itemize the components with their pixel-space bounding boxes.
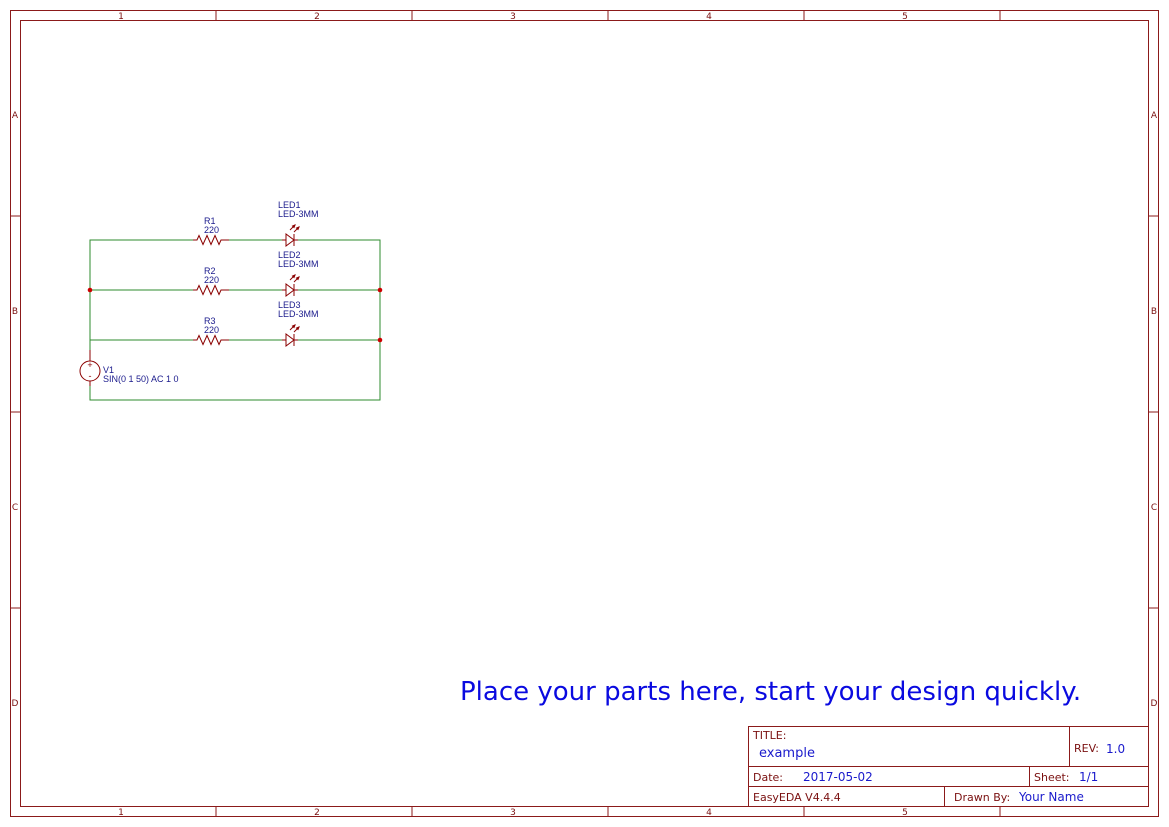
zone-row-b-right: B xyxy=(1151,307,1157,317)
zone-col-4-bottom: 4 xyxy=(706,808,712,818)
title-value: example xyxy=(759,746,815,761)
zone-col-3-top: 3 xyxy=(510,12,516,22)
r3-value-label: 220 xyxy=(204,325,219,335)
resistor-r1[interactable] xyxy=(193,234,229,246)
title-label: TITLE: xyxy=(752,729,786,742)
date-label: Date: xyxy=(753,771,783,784)
placeholder-banner: Place your parts here, start your design… xyxy=(460,677,1081,707)
drawn-by-value: Your Name xyxy=(1018,790,1084,804)
drawn-by-label: Drawn By: xyxy=(954,791,1010,804)
led-led2[interactable] xyxy=(282,274,300,297)
resistor-r2[interactable] xyxy=(193,284,229,296)
zone-col-1-top: 1 xyxy=(118,12,124,22)
led3-value-label: LED-3MM xyxy=(278,309,319,319)
led2-value-label: LED-3MM xyxy=(278,259,319,269)
zone-row-c-left: C xyxy=(12,503,18,513)
led-led3[interactable] xyxy=(282,324,300,347)
sheet-label: Sheet: xyxy=(1034,771,1070,784)
led-led1[interactable] xyxy=(282,224,300,247)
resistor-r3[interactable] xyxy=(193,334,229,346)
schematic-sheet: 1 2 3 4 5 1 2 3 4 5 A B C D A B C D + - … xyxy=(10,10,1159,818)
v1-value-label: SIN(0 1 50) AC 1 0 xyxy=(103,374,179,384)
zone-row-d-left: D xyxy=(12,699,19,709)
zone-col-2-top: 2 xyxy=(314,12,320,22)
date-value: 2017-05-02 xyxy=(803,770,873,784)
r2-value-label: 220 xyxy=(204,275,219,285)
sheet-value: 1/1 xyxy=(1079,770,1098,784)
zone-row-a-left: A xyxy=(12,111,19,121)
zone-row-c-right: C xyxy=(1151,503,1157,513)
zone-col-2-bottom: 2 xyxy=(314,808,320,818)
v1-plus-sign: + xyxy=(87,360,92,370)
rev-label: REV: xyxy=(1074,742,1099,755)
zone-row-a-right: A xyxy=(1151,111,1158,121)
junction-dot xyxy=(87,287,93,293)
zone-col-3-bottom: 3 xyxy=(510,808,516,818)
junction-dot xyxy=(377,337,383,343)
zone-col-4-top: 4 xyxy=(706,12,712,22)
zone-col-1-bottom: 1 xyxy=(118,808,124,818)
zone-col-5-top: 5 xyxy=(902,12,908,22)
junction-dot xyxy=(377,287,383,293)
software-version: EasyEDA V4.4.4 xyxy=(753,791,841,804)
zone-row-b-left: B xyxy=(12,307,18,317)
v1-minus-sign: - xyxy=(89,371,92,381)
zone-col-5-bottom: 5 xyxy=(902,808,908,818)
zone-row-d-right: D xyxy=(1151,699,1158,709)
led1-value-label: LED-3MM xyxy=(278,209,319,219)
r1-value-label: 220 xyxy=(204,225,219,235)
rev-value: 1.0 xyxy=(1106,742,1125,756)
